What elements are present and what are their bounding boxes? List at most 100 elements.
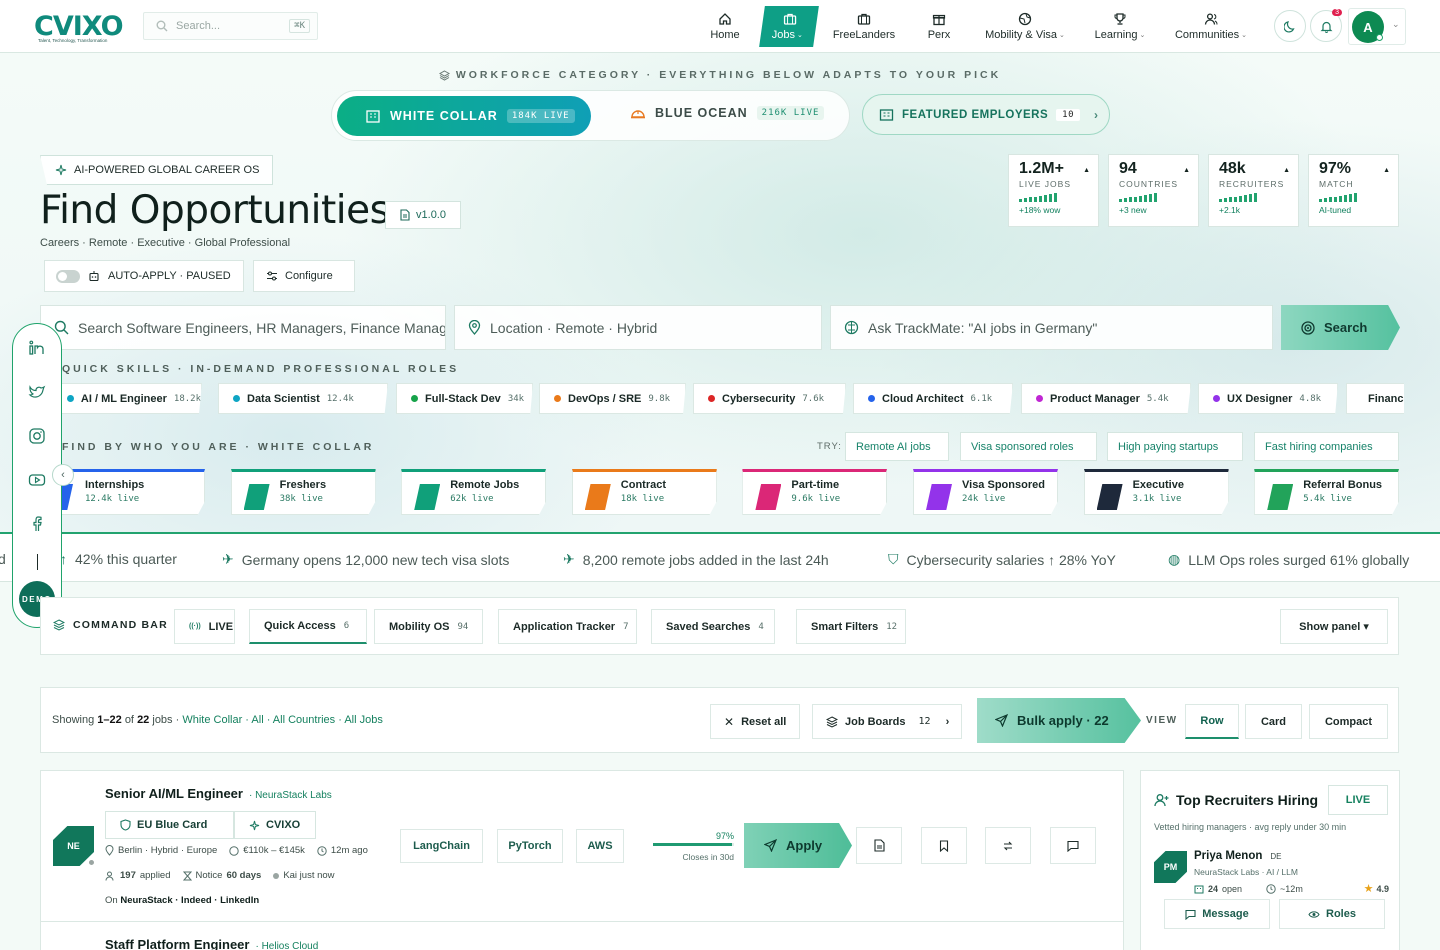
brand-logo[interactable]: CVIXO Talent, Technology, Transformation [34, 11, 128, 43]
ticker-item[interactable]: ✈ 8,200 remote jobs added in the last 24h [563, 551, 829, 568]
live-badge[interactable]: LIVE [1328, 785, 1388, 815]
compare-button[interactable] [985, 827, 1031, 864]
skill-chip[interactable]: AI / ML Engineer 18.2k [56, 383, 202, 414]
facebook-icon[interactable] [28, 515, 46, 533]
skill-chip[interactable]: DevOps / SRE 9.8k [539, 383, 686, 414]
nav-home[interactable]: Home [704, 6, 746, 47]
bulk-apply-button[interactable]: Bulk apply · 22 [977, 698, 1141, 743]
message-button[interactable] [1050, 827, 1096, 864]
job-title[interactable]: Staff Platform Engineer · Helios Cloud [105, 937, 318, 950]
nav-learning[interactable]: Learning ⌄ [1091, 6, 1149, 47]
category-card[interactable]: Part-time 9.6k live [742, 469, 888, 515]
category-card[interactable]: Internships 12.4k live [60, 469, 205, 515]
try-suggestion-chip[interactable]: High paying startups [1107, 432, 1243, 461]
user-menu[interactable]: A ⌄ [1348, 8, 1406, 45]
try-suggestion-chip[interactable]: Fast hiring companies [1254, 432, 1399, 461]
job-boards-button[interactable]: Job Boards 12 › [812, 704, 962, 739]
command-tab-count: 6 [343, 621, 350, 631]
category-card[interactable]: Freshers 38k live [230, 469, 376, 515]
instagram-icon[interactable] [28, 427, 46, 445]
configure-button[interactable]: Configure [253, 260, 355, 292]
search-button[interactable]: Search [1281, 305, 1400, 350]
skill-chip[interactable]: Full-Stack Dev 34k [396, 383, 533, 414]
category-name: Internships [85, 479, 145, 491]
ticker-item[interactable]: ↑ 42% this quarter [60, 551, 177, 567]
tech-chip[interactable]: LangChain [400, 829, 483, 863]
view-roles-button[interactable]: Roles [1279, 899, 1385, 929]
sparkline-bar [1254, 193, 1257, 202]
job-search-input[interactable]: Search Software Engineers, HR Managers, … [40, 305, 446, 350]
moon-icon [1283, 20, 1297, 33]
skill-name: DevOps / SRE [568, 392, 642, 405]
nav-mobility-visa[interactable]: Mobility & Visa ⌄ [982, 6, 1068, 47]
white-collar-option[interactable]: WHITE COLLAR 184K LIVE [337, 96, 591, 136]
resume-button[interactable] [856, 827, 902, 864]
blue-ocean-option[interactable]: BLUE OCEAN 216K LIVE [630, 106, 825, 120]
view-compact-button[interactable]: Compact [1309, 704, 1388, 739]
view-card-button[interactable]: Card [1245, 704, 1302, 739]
skill-chip[interactable]: Finance Manager [1346, 383, 1404, 414]
skill-chip[interactable]: Cloud Architect 6.1k [853, 383, 1013, 414]
command-tab[interactable]: Smart Filters 12 [796, 609, 906, 644]
nav-jobs[interactable]: Jobs ⌄ [759, 6, 819, 47]
category-card[interactable]: Remote Jobs 62k live [401, 469, 547, 515]
command-tab[interactable]: ((·)) LIVE [174, 609, 235, 644]
job-row[interactable]: Staff Platform Engineer · Helios Cloud [40, 921, 1124, 950]
skill-chip[interactable]: UX Designer 4.8k [1198, 383, 1338, 414]
online-status-dot [1376, 34, 1383, 41]
youtube-icon[interactable] [28, 471, 46, 489]
tech-chip[interactable]: PyTorch [497, 829, 563, 863]
ticker-item[interactable]: ◍ LLM Ops roles surged 61% globally [1168, 551, 1409, 568]
skill-chip[interactable]: Data Scientist 12.4k [218, 383, 388, 414]
show-panel-button[interactable]: Show panel ▾ [1280, 609, 1388, 644]
category-card[interactable]: Visa Sponsored 24k live [913, 469, 1058, 515]
recruiter-name[interactable]: Priya Menon DE [1194, 850, 1282, 862]
notifications-button[interactable]: 3 [1310, 9, 1342, 42]
message-recruiter-button[interactable]: Message [1164, 899, 1270, 929]
job-title[interactable]: Senior AI/ML Engineer · NeuraStack Labs [105, 786, 332, 801]
skill-chip[interactable]: Product Manager 5.4k [1021, 383, 1191, 414]
nav-communities[interactable]: Communities ⌄ [1171, 6, 1251, 47]
category-card[interactable]: Executive 3.1k live [1083, 469, 1229, 515]
skill-chip[interactable]: Cybersecurity 7.6k [693, 383, 846, 414]
version-badge[interactable]: v1.0.0 [385, 201, 461, 229]
auto-apply-toggle[interactable]: AUTO-APPLY · PAUSED [44, 260, 244, 292]
theme-toggle-button[interactable] [1274, 10, 1306, 42]
try-suggestion-chip[interactable]: Visa sponsored roles [960, 432, 1097, 461]
ticker-item[interactable]: ✈ Germany opens 12,000 new tech visa slot… [222, 551, 509, 568]
category-card[interactable]: Referral Bonus 5.4k live [1254, 469, 1400, 515]
command-tab[interactable]: Quick Access 6 [249, 609, 367, 644]
chevron-down-icon: ⌄ [797, 32, 804, 39]
sparkline-bar [1244, 195, 1247, 202]
visa-tag: EU Blue Card [105, 811, 234, 839]
ask-trackmate-input[interactable]: Ask TrackMate: "AI jobs in Germany" [830, 305, 1273, 350]
command-tab[interactable]: Application Tracker 7 [498, 609, 637, 644]
sparkline-bar [1329, 197, 1332, 202]
tech-chip[interactable]: AWS [576, 829, 624, 863]
command-tab[interactable]: Saved Searches 4 [651, 609, 775, 644]
sparkline-bar [1354, 193, 1357, 202]
reset-all-button[interactable]: ✕ Reset all [710, 704, 801, 739]
ticker-item[interactable]: ⛉ Cybersecurity salaries ↑ 28% YoY [888, 551, 1116, 568]
command-tab[interactable]: Mobility OS 94 [374, 609, 483, 644]
job-company[interactable]: · NeuraStack Labs [249, 790, 332, 801]
linkedin-icon[interactable] [28, 339, 46, 357]
location-input[interactable]: Location · Remote · Hybrid [454, 305, 822, 350]
toggle-switch[interactable] [56, 269, 80, 283]
category-icon [1096, 484, 1123, 510]
category-card[interactable]: Contract 18k live [571, 469, 717, 515]
job-company[interactable]: · Helios Cloud [255, 941, 318, 950]
view-row-button[interactable]: Row [1185, 704, 1239, 739]
twitter-icon[interactable] [28, 383, 46, 401]
active-filters[interactable]: White Collar · All · All Countries · All… [182, 714, 383, 726]
global-search-input[interactable]: Search... ⌘K [143, 12, 318, 40]
collapse-rail-button[interactable]: ‹ [52, 464, 74, 486]
try-suggestion-chip[interactable]: Remote AI jobs [845, 432, 949, 461]
apply-button[interactable]: Apply [744, 823, 852, 868]
nav-perx[interactable]: Perx [922, 6, 956, 47]
nav-freelanders[interactable]: FreeLanders [832, 6, 896, 47]
job-row[interactable]: Senior AI/ML Engineer · NeuraStack Labs N… [40, 770, 1124, 922]
featured-employers-button[interactable]: FEATURED EMPLOYERS 10 › [862, 94, 1110, 135]
save-job-button[interactable] [921, 827, 967, 864]
location-placeholder: Location · Remote · Hybrid [490, 319, 658, 336]
